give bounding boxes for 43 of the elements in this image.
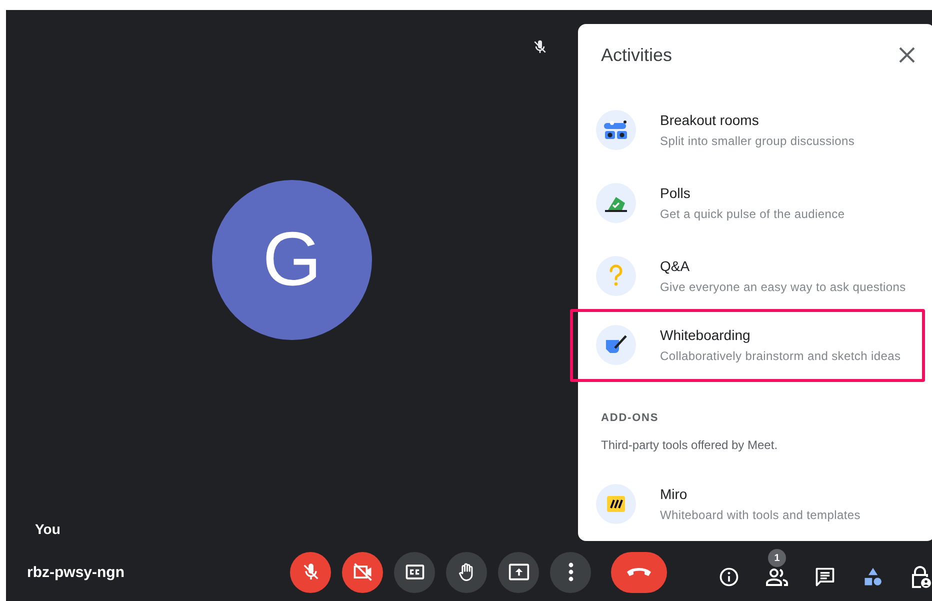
activity-description: Get a quick pulse of the audience xyxy=(660,207,845,221)
activity-title: Polls xyxy=(660,185,692,201)
present-button[interactable] xyxy=(498,552,539,592)
more-options-button[interactable] xyxy=(550,552,591,592)
section-heading: ADD-ONS xyxy=(601,412,660,424)
panel-title: Activities xyxy=(601,44,672,66)
activity-item[interactable]: Whiteboarding Collaboratively brainstorm and sketch ideas xyxy=(570,309,925,382)
camera-button[interactable] xyxy=(342,552,383,592)
activity-item[interactable]: Polls Get a quick pulse of the audience xyxy=(570,167,925,240)
camera-off-icon xyxy=(352,561,374,583)
activity-description: Collaboratively brainstorm and sketch ideas xyxy=(660,349,901,363)
people-button[interactable]: 1 xyxy=(763,549,791,595)
activity-description: Whiteboard with tools and templates xyxy=(660,508,860,522)
ballot-icon xyxy=(596,183,636,223)
activity-description: Give everyone an easy way to ask questions xyxy=(660,280,906,294)
participant-name: You xyxy=(35,521,60,537)
activity-description: Split into smaller group discussions xyxy=(660,134,855,148)
miro-logo-icon xyxy=(596,484,636,524)
activity-title: Miro xyxy=(660,486,688,502)
shapes-icon xyxy=(862,566,884,588)
participant-count-badge: 1 xyxy=(768,549,786,567)
info-icon xyxy=(718,566,740,588)
whiteboard-pen-icon xyxy=(596,325,636,365)
activity-title: Breakout rooms xyxy=(660,112,760,128)
activity-item[interactable]: Miro Whiteboard with tools and templates xyxy=(570,468,925,541)
chat-icon xyxy=(814,566,836,588)
close-icon xyxy=(899,47,915,63)
activity-item[interactable]: Breakout rooms Split into smaller group discussions xyxy=(570,94,925,167)
avatar: G xyxy=(212,180,372,340)
activity-title: Whiteboarding xyxy=(660,327,752,343)
present-screen-icon xyxy=(508,561,530,583)
raise-hand-button[interactable] xyxy=(446,552,487,592)
activity-title: Q&A xyxy=(660,258,691,274)
group-tables-icon xyxy=(596,110,636,150)
question-mark-icon xyxy=(596,256,636,296)
hang-up-icon xyxy=(626,566,652,578)
meeting-code: rbz-pwsy-ngn xyxy=(27,564,126,580)
section-description: Third-party tools offered by Meet. xyxy=(601,438,779,452)
captions-button[interactable] xyxy=(394,552,435,592)
microphone-button[interactable] xyxy=(290,552,331,592)
leave-call-button[interactable] xyxy=(611,552,667,592)
more-icon xyxy=(568,562,574,582)
people-icon xyxy=(765,566,789,588)
